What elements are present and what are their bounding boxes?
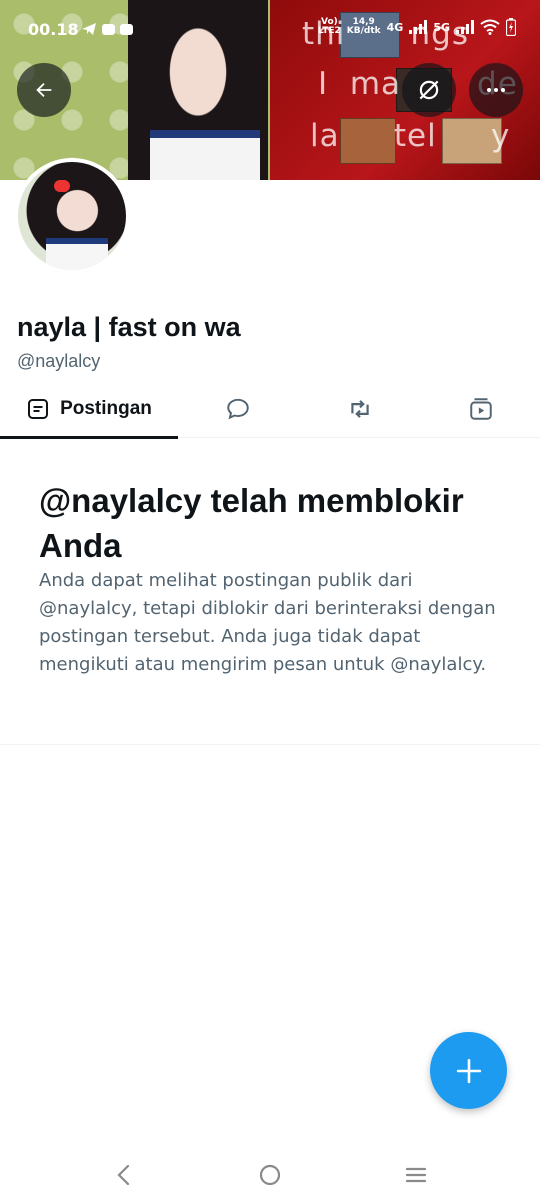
reposts-icon — [351, 400, 369, 418]
replies-icon — [227, 398, 249, 420]
wifi-icon — [480, 19, 500, 35]
lte-label: LTE2 — [317, 26, 341, 36]
section-divider — [0, 744, 540, 745]
tab-replies[interactable] — [178, 380, 298, 438]
notification-icons — [80, 21, 150, 41]
system-navigation-bar — [0, 1148, 540, 1200]
more-options-button[interactable] — [469, 63, 523, 117]
status-time: 00.18 — [28, 20, 79, 39]
profile-tabs: Postingan — [0, 380, 540, 439]
tab-selected-indicator — [0, 436, 178, 439]
grok-icon — [419, 80, 439, 100]
compose-post-button[interactable] — [430, 1032, 507, 1109]
plus-icon — [456, 1058, 481, 1083]
signal-icon — [409, 20, 428, 34]
arrow-left-icon — [36, 82, 52, 98]
nav-home-button[interactable] — [255, 1160, 285, 1190]
chevron-left-icon — [117, 1164, 130, 1186]
tab-media[interactable] — [422, 380, 540, 438]
telegram-icon — [82, 23, 133, 35]
tab-posts-label: Postingan — [60, 398, 152, 419]
speed-unit: KB/dtk — [346, 26, 381, 36]
signal-5g-icon — [456, 20, 474, 34]
nav-recents-button[interactable] — [401, 1160, 431, 1190]
menu-lines-icon — [405, 1167, 427, 1183]
profile-avatar[interactable] — [14, 158, 130, 274]
sig2-label: 5G — [433, 20, 450, 34]
battery-icon — [506, 18, 516, 36]
circle-home-icon — [259, 1164, 281, 1186]
status-bar: 00.18 Vo) LTE2 14,9 KB/dtk 4G 5G — [0, 18, 540, 44]
grok-button[interactable] — [402, 63, 456, 117]
nav-back-button[interactable] — [109, 1160, 139, 1190]
profile-display-name: nayla | fast on wa — [17, 312, 241, 342]
banner-text-line-3: la tel y — [310, 118, 511, 154]
posts-icon — [28, 399, 49, 419]
media-icon — [470, 398, 492, 420]
tab-posts[interactable]: Postingan — [0, 380, 178, 439]
back-button[interactable] — [17, 63, 71, 117]
tab-reposts[interactable] — [298, 380, 422, 438]
sig1-label: 4G — [386, 20, 404, 34]
blocked-notice-title: @naylalcy telah memblokir Anda — [39, 482, 464, 564]
status-right-icons: Vo) LTE2 14,9 KB/dtk 4G 5G — [318, 18, 516, 36]
profile-handle: @naylalcy — [17, 351, 101, 371]
blocked-notice-description: Anda dapat melihat postingan publik dari… — [39, 570, 496, 675]
more-horizontal-icon — [487, 88, 505, 92]
